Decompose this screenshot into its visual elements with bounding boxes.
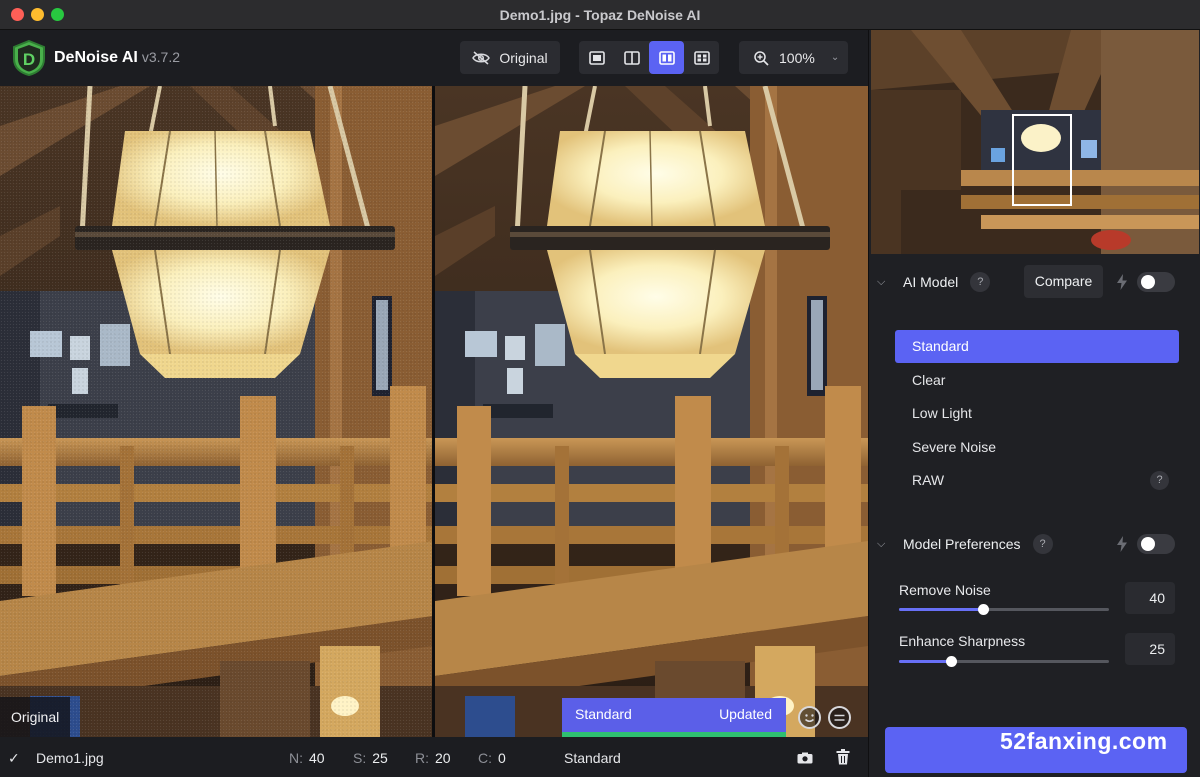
model-item-low-light[interactable]: Low Light [895, 397, 1179, 430]
model-item-label: Standard [912, 338, 969, 354]
model-item-label: RAW [912, 472, 945, 489]
show-original-button[interactable]: Original [460, 41, 560, 74]
ai-model-help-icon[interactable]: ? [970, 272, 991, 292]
file-name: Demo1.jpg [36, 750, 104, 766]
raw-help-icon[interactable]: ? [1150, 471, 1169, 491]
right-sidebar: ⌵ AI Model ? Compare Standard Clear Low … [868, 30, 1200, 777]
slider-fill [899, 660, 952, 663]
show-original-label: Original [499, 49, 548, 66]
model-item-label: Low Light [912, 405, 972, 422]
watermark-text: 52fanxing.com [1000, 728, 1168, 754]
strip-model-name: Standard [575, 706, 632, 722]
sharpness-value: 25 [372, 750, 388, 766]
camera-icon[interactable] [797, 751, 813, 767]
app-name: DeNoise AI v3.7.2 [54, 49, 180, 67]
window-title: Demo1.jpg - Topaz DeNoise AI [499, 7, 701, 23]
auto-model-toggle[interactable] [1137, 272, 1175, 292]
toggle-knob [1141, 275, 1155, 289]
zoom-in-icon [754, 50, 769, 66]
strip-status: Updated [719, 706, 772, 722]
model-preferences-title: Model Preferences [903, 536, 1021, 552]
recover-value: 20 [435, 750, 451, 766]
bottom-status-bar: ✓ Demo1.jpg N: 40 S: 25 R: 20 C: 0 Standard [0, 737, 868, 777]
app-version: v3.7.2 [141, 49, 181, 65]
denoise-logo-icon: D [13, 39, 45, 77]
model-item-clear[interactable]: Clear [895, 364, 1179, 397]
view-mode-group [579, 41, 719, 74]
status-model-name: Standard [564, 750, 621, 766]
lightning-icon [1117, 536, 1127, 552]
split-view-icon [623, 50, 640, 65]
navigator-viewport-rect[interactable] [1012, 114, 1072, 206]
ai-model-list: Standard Clear Low Light Severe Noise RA… [895, 330, 1179, 498]
logo-letter: D [23, 50, 35, 69]
auto-preferences-toggle[interactable] [1137, 534, 1175, 554]
slider-fill [899, 608, 983, 611]
original-image [0, 86, 432, 737]
preferences-help-icon[interactable]: ? [1032, 534, 1053, 554]
lightning-icon [1117, 274, 1127, 290]
check-icon: ✓ [8, 750, 20, 766]
slider-handle[interactable] [946, 656, 957, 667]
ai-model-title: AI Model [903, 274, 959, 290]
model-item-label: Severe Noise [912, 438, 997, 455]
remove-noise-value[interactable]: 40 [1125, 582, 1175, 614]
single-view-button[interactable] [579, 41, 614, 74]
remove-noise-slider[interactable] [899, 604, 1109, 615]
compare-button[interactable]: Compare [1024, 265, 1103, 298]
zoom-value: 100% [779, 49, 815, 66]
slider-handle[interactable] [977, 604, 989, 615]
side-by-side-view-button[interactable] [649, 41, 684, 74]
eye-off-icon [472, 50, 491, 65]
chevron-down-icon: ⌵ [877, 537, 886, 550]
noise-setting: N: 40 [289, 750, 325, 766]
model-item-label: Clear [912, 371, 946, 388]
trash-icon[interactable] [836, 749, 850, 768]
processed-preview-pane[interactable] [435, 86, 868, 737]
chevron-down-icon: ⌄ [830, 52, 840, 63]
toggle-knob [1141, 537, 1155, 551]
enhance-sharpness-value[interactable]: 25 [1125, 633, 1175, 665]
chevron-down-icon: ⌵ [877, 275, 886, 288]
neutral-feedback-icon[interactable] [828, 706, 851, 729]
color-key: C: [478, 750, 492, 766]
navigator-thumbnail[interactable] [871, 30, 1199, 254]
app-name-text: DeNoise AI [54, 49, 138, 66]
color-value: 0 [498, 750, 506, 766]
sharpness-setting: S: 25 [353, 750, 388, 766]
grid-view-button[interactable] [684, 41, 719, 74]
remove-noise-label: Remove Noise [899, 582, 991, 598]
model-item-raw[interactable]: RAW? [895, 464, 1179, 497]
processed-image [435, 86, 868, 737]
original-preview-pane[interactable]: Original [0, 86, 432, 737]
split-view-button[interactable] [614, 41, 649, 74]
enhance-sharpness-slider[interactable] [899, 656, 1109, 667]
single-view-icon [588, 50, 605, 65]
app-toolbar: D DeNoise AI v3.7.2 Original 100% ⌄ [0, 30, 868, 86]
model-item-standard[interactable]: Standard [895, 330, 1179, 363]
noise-value: 40 [309, 750, 325, 766]
recover-key: R: [415, 750, 429, 766]
smile-feedback-icon[interactable] [798, 706, 821, 729]
model-status-strip: Standard Updated [562, 698, 786, 737]
model-item-severe-noise[interactable]: Severe Noise [895, 431, 1179, 464]
color-setting: C: 0 [478, 750, 506, 766]
sharpness-key: S: [353, 750, 367, 766]
enhance-sharpness-label: Enhance Sharpness [899, 633, 1026, 649]
recover-setting: R: 20 [415, 750, 451, 766]
side-by-side-icon [658, 50, 675, 65]
original-pane-label: Original [0, 697, 71, 737]
zoom-dropdown[interactable]: 100% ⌄ [739, 41, 848, 74]
grid-view-icon [693, 50, 710, 65]
noise-key: N: [289, 750, 303, 766]
window-titlebar: Demo1.jpg - Topaz DeNoise AI [0, 0, 1200, 30]
